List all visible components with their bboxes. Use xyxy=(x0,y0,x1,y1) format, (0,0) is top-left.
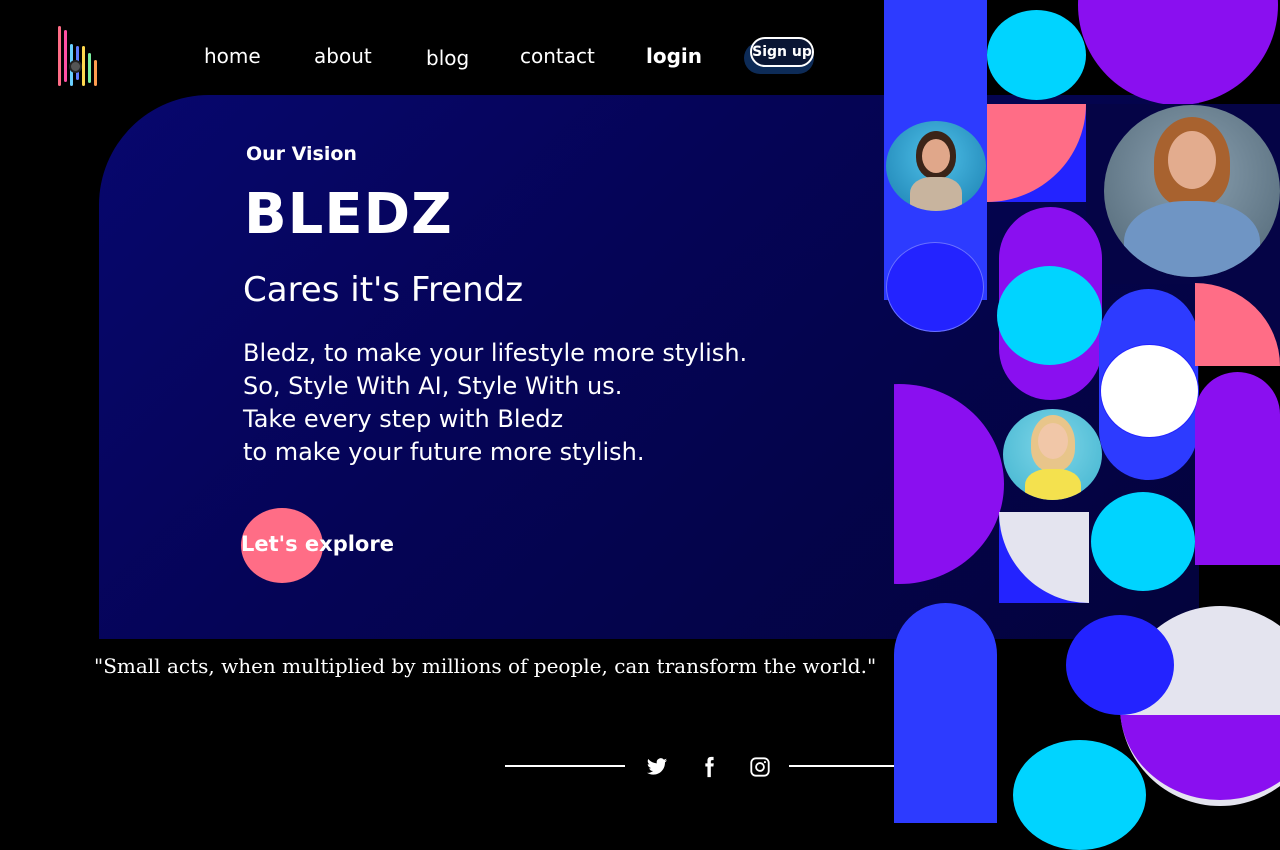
portrait-woman-glasses xyxy=(886,121,986,211)
hero-tagline: Cares it's Frendz xyxy=(243,270,524,310)
divider-right xyxy=(789,765,909,767)
hero-eyebrow: Our Vision xyxy=(246,143,357,165)
mosaic-pink-quarter xyxy=(1195,283,1280,366)
facebook-icon[interactable] xyxy=(698,756,720,778)
mosaic-blue-pill-bottom xyxy=(894,603,997,823)
mosaic-cyan-circle xyxy=(987,10,1086,100)
mosaic-pale-blue-block xyxy=(999,512,1089,603)
hero-brand-title: BLEDZ xyxy=(244,182,453,247)
nav-about[interactable]: about xyxy=(314,44,372,68)
signup-button-wrap: Sign up xyxy=(744,36,818,74)
mosaic-blue-circle-bottom xyxy=(1066,615,1174,715)
mosaic-cyan-circle-mid xyxy=(997,266,1102,365)
divider-left xyxy=(505,765,625,767)
hero-description: Bledz, to make your lifestyle more styli… xyxy=(243,337,747,469)
nav-login[interactable]: login xyxy=(646,44,702,68)
mosaic-cyan-circle-bottom xyxy=(1013,740,1146,850)
mosaic-purple-half-disc xyxy=(894,384,1004,584)
quote-text: "Small acts, when multiplied by millions… xyxy=(94,654,877,678)
mosaic-purple-right xyxy=(1195,372,1280,565)
portrait-girl-thumbs-up xyxy=(1003,409,1102,500)
nav-blog[interactable]: blog xyxy=(426,46,469,70)
nav-home[interactable]: home xyxy=(204,44,261,68)
instagram-icon[interactable] xyxy=(749,756,771,778)
mosaic-blue-circle xyxy=(886,242,984,332)
brand-logo[interactable] xyxy=(56,22,98,86)
hero-description-line: So, Style With AI, Style With us. xyxy=(243,372,623,400)
hero-description-line: Take every step with Bledz xyxy=(243,405,564,433)
nav-contact[interactable]: contact xyxy=(520,44,595,68)
mosaic-white-circle xyxy=(1101,345,1198,437)
mosaic-purple-arc xyxy=(1078,0,1278,105)
twitter-icon[interactable] xyxy=(646,756,668,778)
portrait-woman-denim xyxy=(1104,105,1280,277)
signup-button[interactable]: Sign up xyxy=(750,37,814,67)
hero-description-line: Bledz, to make your lifestyle more styli… xyxy=(243,339,748,367)
mosaic-cyan-circle-low xyxy=(1091,492,1195,591)
explore-button[interactable]: Let's explore xyxy=(241,532,394,556)
mosaic-pink-blue-block xyxy=(987,104,1086,202)
hero-description-line: to make your future more stylish. xyxy=(243,438,645,466)
